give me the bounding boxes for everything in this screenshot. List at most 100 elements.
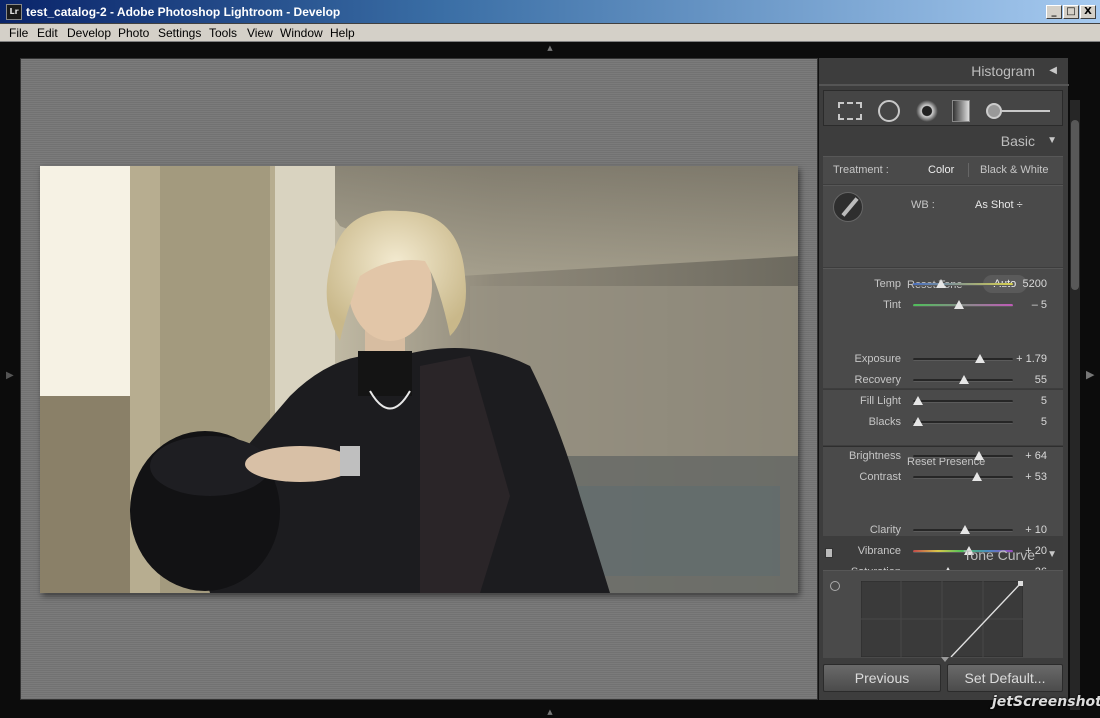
crop-overlay-icon[interactable] [838,102,862,120]
tone-curve-panel-header[interactable]: Tone Curve ▼ [819,542,1069,568]
collapse-down-icon[interactable]: ▼ [1047,128,1057,154]
menu-tools[interactable]: Tools [209,26,237,40]
basic-title: Basic [1000,133,1035,149]
slider-knob[interactable] [974,451,984,460]
menu-settings[interactable]: Settings [158,26,201,40]
menu-bar: File Edit Develop Photo Settings Tools V… [0,24,1100,42]
target-adjust-icon[interactable] [830,581,840,591]
slider-track[interactable] [913,472,1013,481]
menu-photo[interactable]: Photo [118,26,149,40]
treatment-bw-option[interactable]: Black & White [980,164,1048,176]
slider-label: Tint [883,299,901,311]
menu-edit[interactable]: Edit [37,26,58,40]
histogram-panel-header[interactable]: Histogram ◀ [819,58,1069,84]
left-panel-toggle-icon[interactable]: ▶ [6,370,14,381]
slider-knob[interactable] [975,354,985,363]
slider-label: Recovery [854,374,901,386]
treatment-row: Treatment : Color Black & White [823,156,1063,184]
slider-knob[interactable] [972,472,982,481]
slider-value[interactable]: 5 [1007,416,1047,428]
slider-row-recovery: Recovery 55 [823,373,1063,389]
slider-label: Exposure [854,353,901,365]
menu-view[interactable]: View [247,26,273,40]
slider-row-fill-light: Fill Light 5 [823,394,1063,410]
collapse-left-icon[interactable]: ◀ [1049,58,1057,84]
graduated-filter-icon[interactable] [952,100,970,122]
slider-track[interactable] [913,525,1013,534]
slider-track[interactable] [913,354,1013,363]
image-canvas[interactable] [20,58,818,700]
tone-curve-section [823,570,1063,662]
red-eye-icon[interactable] [916,100,938,122]
brush-stroke-line [1002,110,1050,112]
divider [819,84,1069,86]
slider-value[interactable]: + 64 [1007,450,1047,462]
menu-help[interactable]: Help [330,26,355,40]
menu-window[interactable]: Window [280,26,323,40]
window-title-bar[interactable]: Lr test_catalog-2 - Adobe Photoshop Ligh… [0,0,1100,24]
divider [968,163,969,177]
slider-label: Brightness [849,450,901,462]
histogram-title: Histogram [971,63,1035,79]
slider-label: Blacks [868,416,901,428]
curve-point-icon [941,657,949,662]
slider-track[interactable] [913,451,1013,460]
slider-knob[interactable] [959,375,969,384]
maximize-button[interactable]: □ [1063,5,1079,19]
slider-knob[interactable] [936,279,946,288]
slider-track[interactable] [913,279,1013,288]
slider-knob[interactable] [954,300,964,309]
slider-track[interactable] [913,396,1013,405]
develop-module: ▲ ▶ ▶ ▲ Histogram ◀ Basic ▼ Treatment: … [0,42,1100,718]
slider-label: Temp [874,278,901,290]
slider-track[interactable] [913,300,1013,309]
filmstrip-toggle-icon[interactable]: ▲ [545,709,555,716]
slider-row-tint: Tint – 5 [823,298,1063,314]
slider-track[interactable] [913,375,1013,384]
slider-value[interactable]: 5 [1007,395,1047,407]
scrollbar-thumb[interactable] [1071,120,1079,290]
adjustment-brush-icon[interactable] [986,103,1002,119]
panel-scrollbar[interactable] [1070,100,1080,710]
tone-curve-graph[interactable] [861,581,1023,657]
treatment-color-option[interactable]: Color [928,164,954,176]
slider-knob[interactable] [913,396,923,405]
right-panel: Histogram ◀ Basic ▼ Treatment : Color Bl… [818,58,1069,700]
slider-knob[interactable] [913,417,923,426]
wb-label: WB : [911,199,935,211]
basic-panel-header[interactable]: Basic ▼ [819,128,1069,154]
menu-file[interactable]: File [9,26,28,40]
slider-row-contrast: Contrast + 53 [823,470,1063,486]
tool-strip [823,90,1063,126]
wb-select[interactable]: As Shot ÷ [975,199,1023,211]
photo-preview[interactable] [40,166,798,593]
window-title: test_catalog-2 - Adobe Photoshop Lightro… [26,5,341,19]
slider-row-temp: Temp 5200 [823,277,1063,293]
minimize-button[interactable]: _ [1046,5,1062,19]
photo-image [40,166,798,593]
watermark-text: jetScreenshot [992,694,1100,710]
slider-value[interactable]: 5200 [1007,278,1047,290]
slider-row-clarity: Clarity + 10 [823,523,1063,539]
slider-value[interactable]: – 5 [1007,299,1047,311]
menu-develop[interactable]: Develop [67,26,111,40]
white-balance-selector-icon[interactable] [833,192,863,222]
slider-value[interactable]: + 10 [1007,524,1047,536]
set-default-button[interactable]: Set Default... [947,664,1063,692]
slider-knob[interactable] [960,525,970,534]
slider-track[interactable] [913,417,1013,426]
slider-row-exposure: Exposure + 1.79 [823,352,1063,368]
spot-removal-icon[interactable] [878,100,900,122]
slider-value[interactable]: + 53 [1007,471,1047,483]
slider-row-brightness: Brightness + 64 [823,449,1063,465]
top-panel-toggle-icon[interactable]: ▲ [545,45,555,52]
previous-button[interactable]: Previous [823,664,941,692]
close-button[interactable]: X [1080,5,1096,19]
slider-value[interactable]: 55 [1007,374,1047,386]
tone-curve-title: Tone Curve [963,547,1035,563]
collapse-down-icon[interactable]: ▼ [1047,542,1057,568]
right-panel-toggle-icon[interactable]: ▶ [1086,368,1094,381]
bottom-button-bar: Previous Set Default... [823,664,1063,694]
slider-value[interactable]: + 1.79 [1007,353,1047,365]
slider-label: Contrast [859,471,901,483]
